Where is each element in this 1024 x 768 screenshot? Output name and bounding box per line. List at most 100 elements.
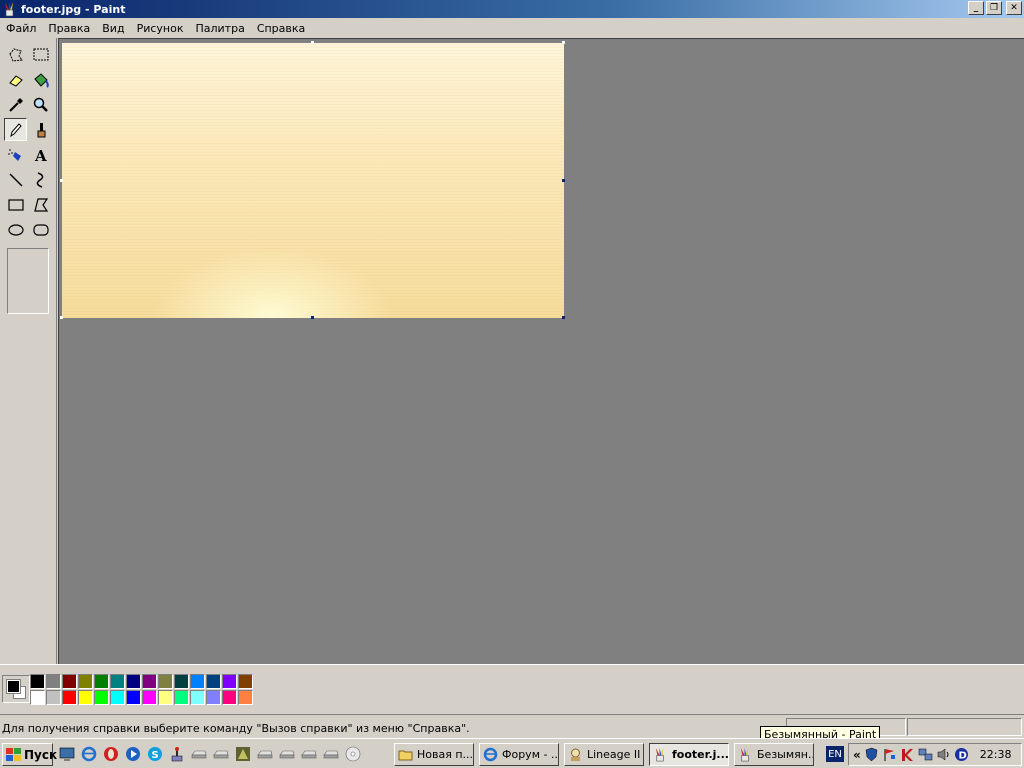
menu-colors[interactable]: Палитра xyxy=(189,22,250,35)
magnifier-tool[interactable] xyxy=(29,93,52,116)
color-swatch[interactable] xyxy=(174,674,189,689)
free-form-select-tool[interactable] xyxy=(4,43,27,66)
color-swatch[interactable] xyxy=(62,690,77,705)
color-swatch[interactable] xyxy=(238,690,253,705)
quick-launch: S xyxy=(58,745,362,763)
pick-color-tool[interactable] xyxy=(4,93,27,116)
polygon-tool[interactable] xyxy=(29,193,52,216)
color-swatch[interactable] xyxy=(238,674,253,689)
kaspersky-icon[interactable] xyxy=(900,747,915,762)
task-untitled-paint[interactable]: Безымян... xyxy=(734,743,814,766)
task-folder[interactable]: Новая п... xyxy=(394,743,474,766)
color-swatch[interactable] xyxy=(94,674,109,689)
text-tool[interactable]: A xyxy=(29,143,52,166)
shield-icon[interactable] xyxy=(864,747,879,762)
internet-explorer-icon xyxy=(483,747,498,762)
status-help-text: Для получения справки выберите команду "… xyxy=(2,722,470,735)
joystick-icon[interactable] xyxy=(168,745,186,763)
menu-file[interactable]: Файл xyxy=(0,22,42,35)
color-swatch[interactable] xyxy=(94,690,109,705)
system-tray: « D 22:38 xyxy=(848,743,1022,766)
color-swatch[interactable] xyxy=(126,690,141,705)
menu-image[interactable]: Рисунок xyxy=(131,22,190,35)
color-swatch[interactable] xyxy=(110,690,125,705)
color-swatch[interactable] xyxy=(126,674,141,689)
color-swatch[interactable] xyxy=(30,690,45,705)
pencil-icon xyxy=(9,122,22,137)
skype-icon[interactable]: S xyxy=(146,745,164,763)
color-swatch[interactable] xyxy=(46,690,61,705)
color-swatch[interactable] xyxy=(158,690,173,705)
rectangle-icon xyxy=(7,198,24,211)
line-tool[interactable] xyxy=(4,168,27,191)
start-button[interactable]: Пуск xyxy=(2,743,57,766)
speaker-icon[interactable] xyxy=(936,747,951,762)
color-swatch[interactable] xyxy=(206,690,221,705)
color-swatch[interactable] xyxy=(46,674,61,689)
language-indicator[interactable]: EN xyxy=(826,746,844,762)
color-swatch[interactable] xyxy=(30,674,45,689)
color-swatch[interactable] xyxy=(190,674,205,689)
task-forum[interactable]: Форум - ... xyxy=(479,743,559,766)
color-swatch[interactable] xyxy=(78,674,93,689)
brush-tool[interactable] xyxy=(29,118,52,141)
tool-options-box[interactable] xyxy=(7,248,49,314)
drive-icon[interactable] xyxy=(278,745,296,763)
rounded-rectangle-tool[interactable] xyxy=(29,218,52,241)
color-swatch[interactable] xyxy=(222,690,237,705)
restore-button[interactable]: ❐ xyxy=(986,1,1002,15)
color-swatch[interactable] xyxy=(190,690,205,705)
title-bar[interactable]: footer.jpg - Paint _ ❐ ✕ xyxy=(0,0,1024,18)
airbrush-tool[interactable] xyxy=(4,143,27,166)
opera-icon[interactable] xyxy=(102,745,120,763)
drive-icon[interactable] xyxy=(212,745,230,763)
color-swatch[interactable] xyxy=(142,690,157,705)
resize-handle-right[interactable] xyxy=(562,179,565,182)
drive-icon[interactable] xyxy=(300,745,318,763)
menu-help[interactable]: Справка xyxy=(251,22,311,35)
color-swatch[interactable] xyxy=(142,674,157,689)
show-desktop-icon[interactable] xyxy=(58,745,76,763)
ellipse-tool[interactable] xyxy=(4,218,27,241)
fill-tool[interactable] xyxy=(29,68,52,91)
clock[interactable]: 22:38 xyxy=(980,748,1012,761)
pencil-tool[interactable] xyxy=(4,118,27,141)
network-icon[interactable] xyxy=(918,747,933,762)
task-lineage[interactable]: Lineage II xyxy=(564,743,644,766)
handle-left-middle xyxy=(60,179,63,182)
color-swatch[interactable] xyxy=(222,674,237,689)
select-tool[interactable] xyxy=(29,43,52,66)
resize-handle-bottom[interactable] xyxy=(311,316,314,319)
canvas-workspace[interactable] xyxy=(58,38,1024,664)
minimize-button[interactable]: _ xyxy=(968,1,984,15)
close-button[interactable]: ✕ xyxy=(1006,1,1022,15)
color-swatch[interactable] xyxy=(110,674,125,689)
rectangle-tool[interactable] xyxy=(4,193,27,216)
status-size-panel xyxy=(907,718,1022,736)
color-swatch[interactable] xyxy=(174,690,189,705)
brush-icon xyxy=(37,122,45,137)
drive-icon[interactable] xyxy=(256,745,274,763)
color-swatch[interactable] xyxy=(158,674,173,689)
color-swatch[interactable] xyxy=(206,674,221,689)
tray-expand-button[interactable]: « xyxy=(853,748,861,762)
internet-explorer-icon[interactable] xyxy=(80,745,98,763)
image-canvas[interactable] xyxy=(62,43,564,318)
drive-icon[interactable] xyxy=(322,745,340,763)
cd-icon[interactable] xyxy=(344,745,362,763)
menu-view[interactable]: Вид xyxy=(96,22,130,35)
curve-tool[interactable] xyxy=(29,168,52,191)
resize-handle-corner[interactable] xyxy=(562,316,565,319)
media-player-icon[interactable] xyxy=(124,745,142,763)
flag-icon[interactable] xyxy=(882,747,897,762)
polygon-icon xyxy=(33,197,48,212)
color-swatch[interactable] xyxy=(62,674,77,689)
color-swatch[interactable] xyxy=(78,690,93,705)
window-title: footer.jpg - Paint xyxy=(21,2,126,16)
daemon-tools-icon[interactable]: D xyxy=(954,747,969,762)
eraser-tool[interactable] xyxy=(4,68,27,91)
menu-edit[interactable]: Правка xyxy=(42,22,96,35)
gimp-icon[interactable] xyxy=(234,745,252,763)
task-footer-paint[interactable]: footer.j... xyxy=(649,743,729,766)
drive-icon[interactable] xyxy=(190,745,208,763)
